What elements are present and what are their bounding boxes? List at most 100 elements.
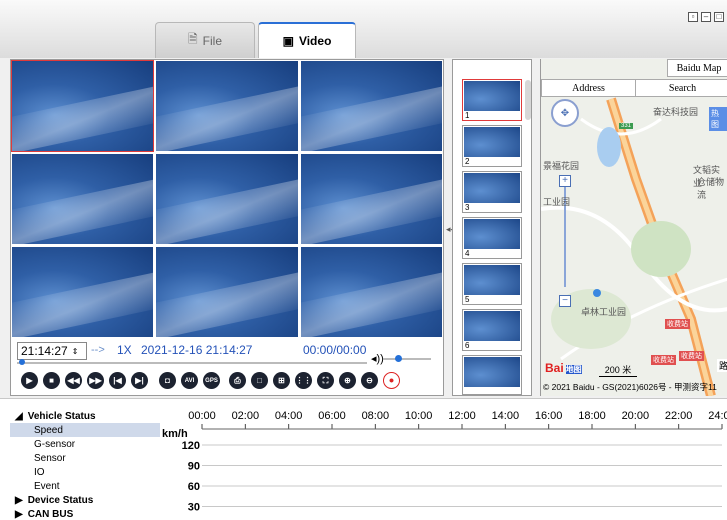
address-field[interactable]: Address <box>542 80 636 96</box>
stop-button[interactable]: ■ <box>43 372 60 389</box>
tree-item-sensor[interactable]: Sensor <box>10 451 160 465</box>
minimize-icon[interactable]: – <box>701 12 711 22</box>
tree-label: Speed <box>34 424 63 436</box>
channel-number: 1 <box>465 111 470 120</box>
channel-number: 4 <box>465 249 470 258</box>
x-tick-label: 24:00 <box>708 410 727 422</box>
poi-marker-icon[interactable] <box>593 289 601 297</box>
next-button[interactable]: ▶| <box>131 372 148 389</box>
map-label: 奋达科技园 <box>653 107 699 117</box>
y-tick-label: 90 <box>188 461 200 473</box>
y-tick-label: 120 <box>182 440 200 452</box>
x-tick-label: 14:00 <box>492 410 520 422</box>
video-cell[interactable] <box>300 154 442 244</box>
tree-label: CAN BUS <box>27 508 74 520</box>
record-button[interactable]: ⏺ <box>383 372 400 389</box>
snapshot-button[interactable]: ◘ <box>159 372 176 389</box>
x-tick-label: 02:00 <box>232 410 260 422</box>
x-tick-label: 04:00 <box>275 410 303 422</box>
map-search-bar: Address Search <box>541 79 727 97</box>
tab-video[interactable]: ▣ Video <box>258 22 356 58</box>
y-tick-label: 30 <box>188 502 200 514</box>
spinner-icon[interactable]: ⇕ <box>72 347 79 356</box>
status-panel: ◢ Vehicle Status Speed G-sensor Sensor IO… <box>0 398 727 520</box>
toll-label: 收费站 <box>665 319 690 329</box>
map-search-button[interactable]: Search <box>636 80 727 96</box>
rewind-button[interactable]: ◀◀ <box>65 372 82 389</box>
logo-text: Bai <box>545 361 564 375</box>
fullscreen-button[interactable]: ⛶ <box>317 372 334 389</box>
map-panel[interactable]: Baidu Map Address Search ✥ + − 奋达科技园 热图 3… <box>540 59 727 396</box>
layout-1-button[interactable]: □ <box>251 372 268 389</box>
video-cell[interactable] <box>156 61 298 151</box>
x-tick-label: 10:00 <box>405 410 433 422</box>
channel-number: 2 <box>465 157 470 166</box>
channel-thumb[interactable] <box>462 355 522 395</box>
baidu-logo: Bai 地图 <box>545 361 582 375</box>
map-zoom-out-icon[interactable]: − <box>559 295 571 307</box>
video-cell[interactable] <box>12 154 154 244</box>
video-cell[interactable] <box>10 60 155 152</box>
seek-bar[interactable] <box>17 362 367 364</box>
channel-number: 5 <box>465 295 470 304</box>
previous-button[interactable]: |◀ <box>109 372 126 389</box>
tree-item-event[interactable]: Event <box>10 479 160 493</box>
map-label: 工业园 <box>543 197 571 207</box>
video-cell[interactable] <box>300 247 442 337</box>
map-label: 仓储物流 <box>697 177 725 200</box>
zoom-in-button[interactable]: ⊕ <box>339 372 356 389</box>
video-cell[interactable] <box>156 154 298 244</box>
channel-thumb[interactable]: 3 <box>462 171 522 213</box>
print-button[interactable]: ⎙ <box>229 372 246 389</box>
channel-thumb[interactable]: 1 <box>462 79 522 121</box>
tree-item-speed[interactable]: Speed <box>10 423 160 437</box>
toll-label: 收费站 <box>679 351 704 361</box>
video-cell[interactable] <box>156 247 298 337</box>
hot-map-button[interactable]: 热图 <box>709 107 727 131</box>
video-icon: ▣ <box>282 34 294 48</box>
tree-item-g-sensor[interactable]: G-sensor <box>10 437 160 451</box>
x-tick-label: 18:00 <box>578 410 606 422</box>
map-copyright: © 2021 Baidu - GS(2021)6026号 - 甲测资字11 <box>543 382 717 392</box>
fast-forward-button[interactable]: ▶▶ <box>87 372 104 389</box>
time-input[interactable]: 21:14:27 ⇕ <box>17 342 87 360</box>
play-button[interactable]: ▶ <box>21 372 38 389</box>
jump-button[interactable]: --> <box>91 344 105 356</box>
volume-icon[interactable]: ◂)) <box>371 352 384 365</box>
video-cell[interactable] <box>300 61 442 151</box>
restore-icon[interactable]: ▫ <box>688 12 698 22</box>
tree-label: IO <box>34 466 45 478</box>
tree-label: Device Status <box>27 494 94 506</box>
file-icon: 🗎 <box>188 32 198 46</box>
scrollbar[interactable] <box>525 80 531 120</box>
gps-button[interactable]: GPS <box>203 372 220 389</box>
tree-item-io[interactable]: IO <box>10 465 160 479</box>
pan-control-icon[interactable]: ✥ <box>551 99 579 127</box>
tree-label: Sensor <box>34 452 66 464</box>
avi-button[interactable]: AVI <box>181 372 198 389</box>
maximize-icon[interactable]: □ <box>714 12 724 22</box>
volume-handle[interactable] <box>395 355 402 362</box>
tree-group-device-status[interactable]: ▶ Device Status <box>10 493 160 507</box>
tree-group-vehicle-status[interactable]: ◢ Vehicle Status <box>10 409 160 423</box>
map-zoom-in-icon[interactable]: + <box>559 175 571 187</box>
channel-thumb[interactable]: 5 <box>462 263 522 305</box>
avi-label: AVI <box>184 377 195 384</box>
channel-thumb[interactable]: 6 <box>462 309 522 351</box>
layout-4-button[interactable]: ⊞ <box>273 372 290 389</box>
channel-thumb[interactable]: 4 <box>462 217 522 259</box>
tab-file-label: File <box>202 33 222 48</box>
tree-group-can-bus[interactable]: ▶ CAN BUS <box>10 507 160 520</box>
seek-handle[interactable] <box>19 359 25 365</box>
map-corner-label: 路 <box>717 359 727 372</box>
toll-label: 收费站 <box>651 355 676 365</box>
volume-slider[interactable] <box>383 358 431 360</box>
channel-thumb[interactable]: 2 <box>462 125 522 167</box>
layout-9-button[interactable]: ⋮⋮ <box>295 372 312 389</box>
tree-label: Vehicle Status <box>27 410 96 422</box>
x-tick-label: 20:00 <box>622 410 650 422</box>
zoom-out-button[interactable]: ⊖ <box>361 372 378 389</box>
video-cell[interactable] <box>12 247 154 337</box>
tab-video-label: Video <box>298 34 332 48</box>
tab-file[interactable]: 🗎 File <box>155 22 255 58</box>
